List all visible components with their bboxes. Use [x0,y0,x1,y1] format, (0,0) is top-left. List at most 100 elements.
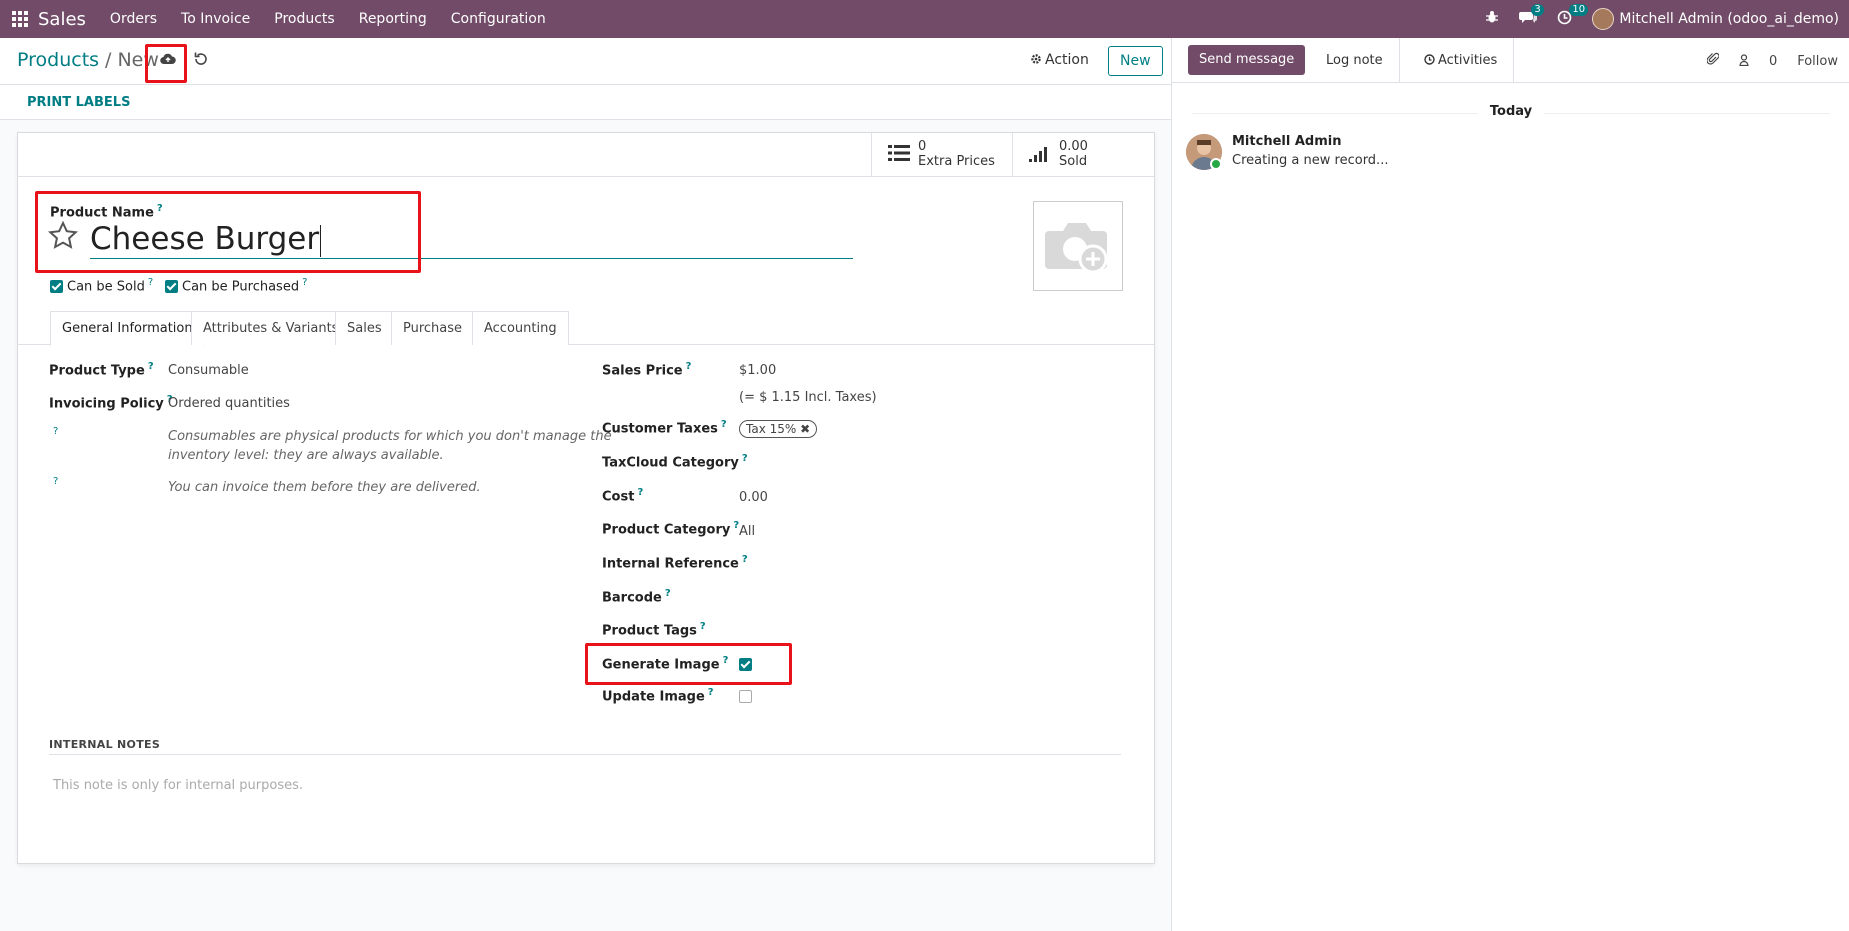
sales-price-label: Sales Price? [602,361,691,378]
help-tooltip-icon[interactable]: ? [742,554,748,565]
can-be-purchased-checkbox[interactable] [165,280,178,294]
generate-image-checkbox[interactable] [739,658,752,671]
help-tooltip-icon[interactable]: ? [637,487,643,498]
update-image-checkbox[interactable] [739,690,752,703]
product-category-select[interactable]: All [739,524,755,539]
cost-label-text: Cost [602,489,635,505]
product-type-label-text: Product Type? [49,361,154,378]
debug-bug-icon[interactable] [1485,10,1499,28]
action-menu-button[interactable]: Action [1030,52,1089,68]
activities-button[interactable]: Activities [1408,38,1515,83]
product-category-label-text: Product Category [602,522,731,538]
tax-tag: Tax 15% ✖ [739,420,818,438]
help-tooltip-icon[interactable]: ? [665,588,671,599]
update-image-label-text: Update Image [602,689,705,705]
discard-undo-icon[interactable] [194,50,208,69]
chatter-actions: 0 Follow [1687,52,1838,70]
extra-prices-label: Extra Prices [918,154,995,169]
extra-prices-count: 0 [918,139,927,154]
product-name-label: Product Name? [50,203,163,220]
help-tooltip-icon[interactable]: ? [721,419,727,430]
product-image-upload[interactable] [1033,201,1123,291]
sold-smart-button[interactable]: 0.00 Sold [1012,133,1154,177]
tab-sales[interactable]: Sales [335,311,394,345]
favorite-star-icon[interactable] [47,220,79,253]
apps-menu-icon[interactable] [12,11,28,27]
tab-attributes-variants[interactable]: Attributes & Variants [191,311,351,345]
control-panel: Products / New Action New [0,38,1171,85]
remove-tag-x-icon[interactable]: ✖ [800,422,810,436]
user-avatar[interactable] [1592,8,1615,30]
user-menu[interactable]: Mitchell Admin (odoo_ai_demo) [1619,11,1839,27]
chatter-panel: Send message Log note Activities 0 Follo… [1171,38,1849,931]
list-icon [888,144,910,166]
internal-notes-heading: INTERNAL NOTES [49,738,1121,755]
generate-image-label: Generate Image? [602,655,728,672]
internal-notes-editor[interactable]: This note is only for internal purposes. [53,778,303,793]
help-tooltip-icon[interactable]: ? [157,203,163,214]
attachment-paperclip-icon[interactable] [1706,52,1720,70]
help-tooltip-icon[interactable]: ? [723,655,729,666]
extra-prices-smart-button[interactable]: 0 Extra Prices [871,133,1012,177]
generate-image-label-text: Generate Image [602,657,720,673]
help-tooltip-icon[interactable]: ? [53,426,58,437]
help-tooltip-icon[interactable]: ? [686,361,692,372]
log-note-button[interactable]: Log note [1310,38,1400,83]
sold-count: 0.00 [1059,139,1088,154]
product-name-input[interactable]: Cheese Burger [90,219,853,259]
taxcloud-category-label: TaxCloud Category? [602,453,748,470]
invoice-policy-help-text: You can invoice them before they are del… [168,480,481,495]
invoicing-policy-select[interactable]: Ordered quantities [168,396,290,411]
breadcrumb-current: New [117,49,159,71]
menu-orders[interactable]: Orders [110,11,157,27]
print-labels-button[interactable]: PRINT LABELS [27,95,130,110]
help-tooltip-icon[interactable]: ? [302,277,307,288]
help-tooltip-icon[interactable]: ? [700,621,706,632]
top-navbar: Sales Orders To Invoice Products Reporti… [0,0,1849,38]
sales-price-input[interactable]: $1.00 [739,363,776,378]
tab-purchase[interactable]: Purchase [391,311,475,345]
activities-label: Activities [1438,53,1498,68]
can-be-sold-checkbox[interactable] [50,280,63,294]
can-be-sold-label: Can be Sold [67,279,145,295]
breadcrumb-separator: / [105,49,112,71]
tab-accounting[interactable]: Accounting [472,311,569,345]
activities-clock-icon[interactable]: 10 [1557,3,1589,29]
help-tooltip-icon[interactable]: ? [742,453,748,464]
product-type-label-value: Product Type [49,363,145,379]
cost-input[interactable]: 0.00 [739,490,768,505]
menu-products[interactable]: Products [274,11,334,27]
help-tooltip-icon[interactable]: ? [708,687,714,698]
help-tooltip-icon[interactable]: ? [148,361,154,372]
menu-configuration[interactable]: Configuration [451,11,546,27]
smart-button-box: 0 Extra Prices 0.00 Sold [18,133,1154,177]
product-type-help-text: Consumables are physical products for wh… [168,427,612,465]
send-message-button[interactable]: Send message [1188,45,1306,75]
product-type-help-line2: inventory level: they are always availab… [168,448,444,463]
help-tooltip-icon[interactable]: ? [53,476,58,487]
menu-to-invoice[interactable]: To Invoice [181,11,250,27]
clock-icon [1424,54,1435,65]
help-tooltip-icon[interactable]: ? [148,277,153,288]
menu-reporting[interactable]: Reporting [359,11,427,27]
customer-taxes-field[interactable]: Tax 15% ✖ [739,420,818,438]
new-record-button[interactable]: New [1108,46,1163,76]
followers-count: 0 [1768,53,1778,69]
customer-taxes-label: Customer Taxes? [602,419,727,436]
messages-icon[interactable]: 3 [1519,4,1544,28]
online-status-dot [1210,158,1222,170]
breadcrumb-products-link[interactable]: Products [17,49,99,71]
product-type-select[interactable]: Consumable [168,363,249,378]
message-body: Creating a new record... [1232,153,1389,168]
followers-button[interactable]: 0 [1739,54,1777,69]
message-author[interactable]: Mitchell Admin [1232,134,1341,149]
tab-general-information[interactable]: General Information [50,311,205,346]
gear-icon [1031,54,1041,64]
user-icon [1739,53,1749,66]
can-be-sold-option[interactable]: Can be Sold? [50,277,153,294]
follow-button[interactable]: Follow [1797,54,1838,69]
save-cloud-icon[interactable] [160,52,176,70]
barcode-label: Barcode? [602,588,671,605]
app-brand[interactable]: Sales [38,9,86,30]
can-be-purchased-option[interactable]: Can be Purchased? [165,277,307,294]
